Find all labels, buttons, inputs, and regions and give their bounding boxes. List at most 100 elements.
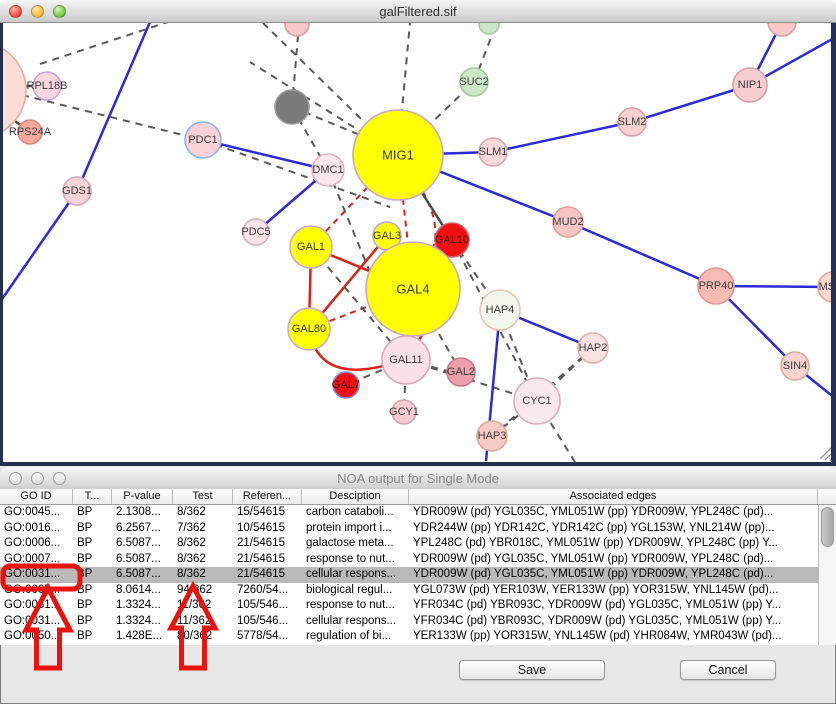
cell-edges: YDR244W (pp) YDR142C, YDR142C (pp) YGL15… — [409, 521, 818, 537]
node-CYC1[interactable]: CYC1 — [514, 378, 560, 424]
edge-blue[interactable] — [568, 222, 716, 286]
cell-reference: 21/54615 — [233, 536, 302, 552]
cell-description: response to nut... — [302, 552, 409, 568]
node-NIP1[interactable]: NIP1 — [733, 68, 767, 102]
table-row[interactable]: GO:0031...BP1.3324...11/362105/546...cel… — [0, 614, 818, 630]
edge-blue[interactable] — [203, 140, 328, 170]
cell-go_id: GO:0006... — [0, 536, 73, 552]
save-button[interactable]: Save — [459, 660, 605, 680]
column-header-description[interactable]: Desciption — [302, 489, 409, 504]
node-label: SLM2 — [618, 116, 647, 128]
table-row[interactable]: GO:0007...BP6.5087...8/36221/54615respon… — [0, 552, 818, 568]
cell-p_value: 6.5087... — [112, 536, 173, 552]
table-row[interactable]: GO:0006...BP6.5087...8/36221/54615galact… — [0, 536, 818, 552]
node-label: SUC2 — [459, 76, 488, 88]
node-RPL18B[interactable]: RPL18B — [27, 72, 68, 100]
network-titlebar: galFiltered.sif — [0, 0, 836, 23]
edge-blue[interactable] — [0, 191, 77, 302]
column-header-test[interactable]: Test — [173, 489, 233, 504]
node-GDS1[interactable]: GDS1 — [62, 177, 92, 205]
node-SUC2[interactable]: SUC2 — [459, 68, 488, 96]
cell-description: cellular respons... — [302, 567, 409, 583]
network-window: RPL18B RPS24A GDS1 PDC1 DMC1 MIG1 SUC2 SLM1 SLM2… — [0, 0, 836, 466]
cell-go_id: GO:0007... — [0, 552, 73, 568]
edge-blue[interactable] — [493, 122, 632, 152]
network-canvas[interactable]: RPL18B RPS24A GDS1 PDC1 DMC1 MIG1 SUC2 SLM1 SLM2… — [0, 22, 836, 462]
cell-test: 11/362 — [173, 614, 233, 630]
table-row[interactable]: GO:0031...BP6.5087...8/36221/54615cellul… — [0, 567, 818, 583]
node-SLM2[interactable]: SLM2 — [618, 108, 647, 136]
node-label: PRP40 — [699, 280, 734, 292]
cell-edges: YDR009W (pd) YGL035C, YML051W (pp) YDR00… — [409, 552, 818, 568]
cell-reference: 7260/54... — [233, 583, 302, 599]
cell-p_value: 8.0614... — [112, 583, 173, 599]
node-GAL7[interactable]: GAL7 — [332, 372, 360, 398]
column-header-edges[interactable]: Associated edges — [409, 489, 818, 504]
node-GAL4[interactable]: GAL4 — [366, 242, 460, 336]
node-DMC1[interactable]: DMC1 — [312, 154, 344, 186]
table-row[interactable]: GO:0031...BP1.3324...11/362105/546...res… — [0, 598, 818, 614]
noa-window-title: NOA output for Single Mode — [0, 471, 836, 486]
node-top-node-3[interactable] — [479, 22, 499, 34]
column-header-t[interactable]: T... — [73, 489, 112, 504]
cell-test: 7/362 — [173, 521, 233, 537]
cell-t: BP — [73, 583, 112, 599]
column-header-go_id[interactable]: GO ID — [0, 489, 73, 504]
node-SLM1[interactable]: SLM1 — [479, 138, 508, 166]
node-label: GAL3 — [373, 230, 401, 242]
cell-t: BP — [73, 629, 112, 645]
column-header-reference[interactable]: Referen... — [233, 489, 302, 504]
node-top-node-2[interactable] — [768, 22, 796, 36]
cell-reference: 105/546... — [233, 614, 302, 630]
node-label: PDC5 — [241, 226, 270, 238]
node-PDC1[interactable]: PDC1 — [185, 122, 221, 158]
node-GAL2[interactable]: GAL2 — [447, 358, 475, 386]
node-top-node-1[interactable] — [285, 22, 309, 36]
node-GAL11[interactable]: GAL11 — [382, 336, 430, 384]
node-MUD2[interactable]: MUD2 — [552, 207, 583, 237]
cell-test: 8/362 — [173, 552, 233, 568]
node-label: GAL11 — [389, 354, 422, 366]
node-MIG1[interactable]: MIG1 — [353, 110, 443, 200]
table-row[interactable]: GO:0065...BP8.0614...94/3627260/54...bio… — [0, 583, 818, 599]
node-HAP2[interactable]: HAP2 — [578, 333, 608, 363]
table-header[interactable]: GO IDT...P-valueTestReferen...Desciption… — [0, 489, 836, 505]
node-HAP4[interactable]: HAP4 — [480, 290, 520, 330]
table-body[interactable]: GO:0045...BP2.1308...8/36215/54615carbon… — [0, 505, 818, 645]
cell-test: 8/362 — [173, 536, 233, 552]
node-gray-node[interactable] — [275, 90, 309, 124]
cell-go_id: GO:0065... — [0, 583, 73, 599]
table-row[interactable]: GO:0016...BP6.2567...7/36210/54615protei… — [0, 521, 818, 537]
node-PRP40[interactable]: PRP40 — [698, 268, 734, 304]
node-HAP3[interactable]: HAP3 — [477, 421, 507, 451]
cell-description: cellular respons... — [302, 614, 409, 630]
cell-reference: 21/54615 — [233, 567, 302, 583]
table-row[interactable]: GO:0050...BP1.428E...80/3625778/54...reg… — [0, 629, 818, 645]
node-GCY1[interactable]: GCY1 — [389, 400, 419, 424]
node-SIN4[interactable]: SIN4 — [781, 352, 809, 380]
node-label: GDS1 — [62, 185, 92, 197]
node-PDC5[interactable]: PDC5 — [241, 219, 270, 245]
edge-blue[interactable] — [77, 22, 150, 191]
node-GAL1[interactable]: GAL1 — [290, 226, 332, 268]
cell-go_id: GO:0050... — [0, 629, 73, 645]
edge-dash[interactable] — [40, 22, 168, 64]
cell-test: 8/362 — [173, 567, 233, 583]
cancel-button[interactable]: Cancel — [680, 660, 776, 680]
node-label: GAL7 — [332, 379, 360, 391]
vertical-scrollbar[interactable] — [818, 505, 836, 645]
cell-reference: 21/54615 — [233, 552, 302, 568]
edge-blue[interactable] — [632, 85, 750, 122]
scrollbar-thumb[interactable] — [821, 507, 834, 547]
node-RPS24A[interactable]: RPS24A — [9, 120, 52, 144]
node-label: SIN4 — [783, 360, 807, 372]
cell-edges: YPL248C (pd) YBR018C, YML051W (pp) YDR00… — [409, 536, 818, 552]
cell-description: carbon cataboli... — [302, 505, 409, 521]
cell-t: BP — [73, 552, 112, 568]
node-GAL80[interactable]: GAL80 — [288, 308, 330, 350]
table-row[interactable]: GO:0045...BP2.1308...8/36215/54615carbon… — [0, 505, 818, 521]
cell-go_id: GO:0016... — [0, 521, 73, 537]
column-header-p_value[interactable]: P-value — [112, 489, 173, 504]
cell-description: galactose meta... — [302, 536, 409, 552]
cell-go_id: GO:0031... — [0, 614, 73, 630]
